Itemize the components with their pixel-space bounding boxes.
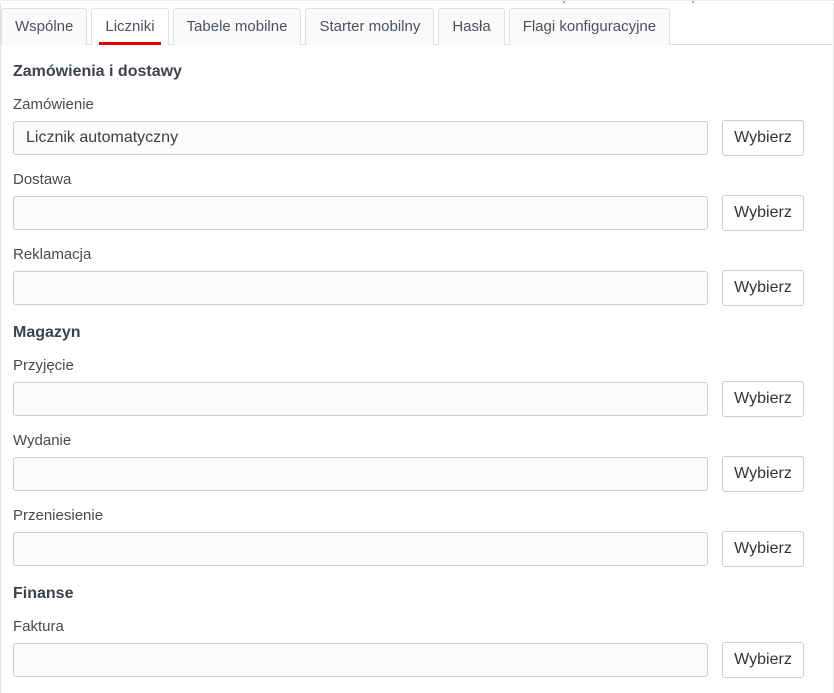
settings-panel: Wspólne Liczniki Tabele mobilne Starter …: [0, 3, 834, 693]
faktura-input[interactable]: [13, 643, 708, 677]
tab-content-liczniki: Zamówienia i dostawy Zamówienie Wybierz …: [1, 63, 833, 678]
faktura-choose-button[interactable]: Wybierz: [722, 642, 804, 678]
field-row-zamowienie: Wybierz: [13, 121, 833, 156]
przeniesienie-input[interactable]: [13, 532, 708, 566]
field-label-zamowienie: Zamówienie: [13, 97, 833, 113]
field-label-dostawa: Dostawa: [13, 172, 833, 188]
section-title-finanse: Finanse: [13, 585, 833, 603]
przeniesienie-choose-button[interactable]: Wybierz: [722, 531, 804, 567]
field-label-przyjecie: Przyjęcie: [13, 358, 833, 374]
field-row-przeniesienie: Wybierz: [13, 532, 833, 567]
field-row-dostawa: Wybierz: [13, 196, 833, 231]
tab-liczniki[interactable]: Liczniki: [91, 8, 168, 45]
tab-wspolne[interactable]: Wspólne: [1, 8, 87, 45]
dostawa-choose-button[interactable]: Wybierz: [722, 195, 804, 231]
zamowienie-choose-button[interactable]: Wybierz: [722, 120, 804, 156]
field-label-reklamacja: Reklamacja: [13, 247, 833, 263]
wydanie-input[interactable]: [13, 457, 708, 491]
przyjecie-input[interactable]: [13, 382, 708, 416]
field-row-faktura: Wybierz: [13, 643, 833, 678]
field-label-wydanie: Wydanie: [13, 433, 833, 449]
field-label-przeniesienie: Przeniesienie: [13, 508, 833, 524]
tab-starter-mobilny[interactable]: Starter mobilny: [305, 8, 434, 45]
section-title-magazyn: Magazyn: [13, 324, 833, 342]
field-row-przyjecie: Wybierz: [13, 382, 833, 417]
tab-bar: Wspólne Liczniki Tabele mobilne Starter …: [1, 7, 833, 45]
przyjecie-choose-button[interactable]: Wybierz: [722, 381, 804, 417]
section-title-zamowienia-i-dostawy: Zamówienia i dostawy: [13, 63, 833, 81]
reklamacja-input[interactable]: [13, 271, 708, 305]
wydanie-choose-button[interactable]: Wybierz: [722, 456, 804, 492]
tab-flagi-konfiguracyjne[interactable]: Flagi konfiguracyjne: [509, 8, 670, 45]
tab-hasla[interactable]: Hasła: [438, 8, 504, 45]
reklamacja-choose-button[interactable]: Wybierz: [722, 270, 804, 306]
dostawa-input[interactable]: [13, 196, 708, 230]
tab-tabele-mobilne[interactable]: Tabele mobilne: [173, 8, 302, 45]
zamowienie-input[interactable]: [13, 121, 708, 155]
field-row-wydanie: Wybierz: [13, 457, 833, 492]
field-label-faktura: Faktura: [13, 619, 833, 635]
field-row-reklamacja: Wybierz: [13, 271, 833, 306]
